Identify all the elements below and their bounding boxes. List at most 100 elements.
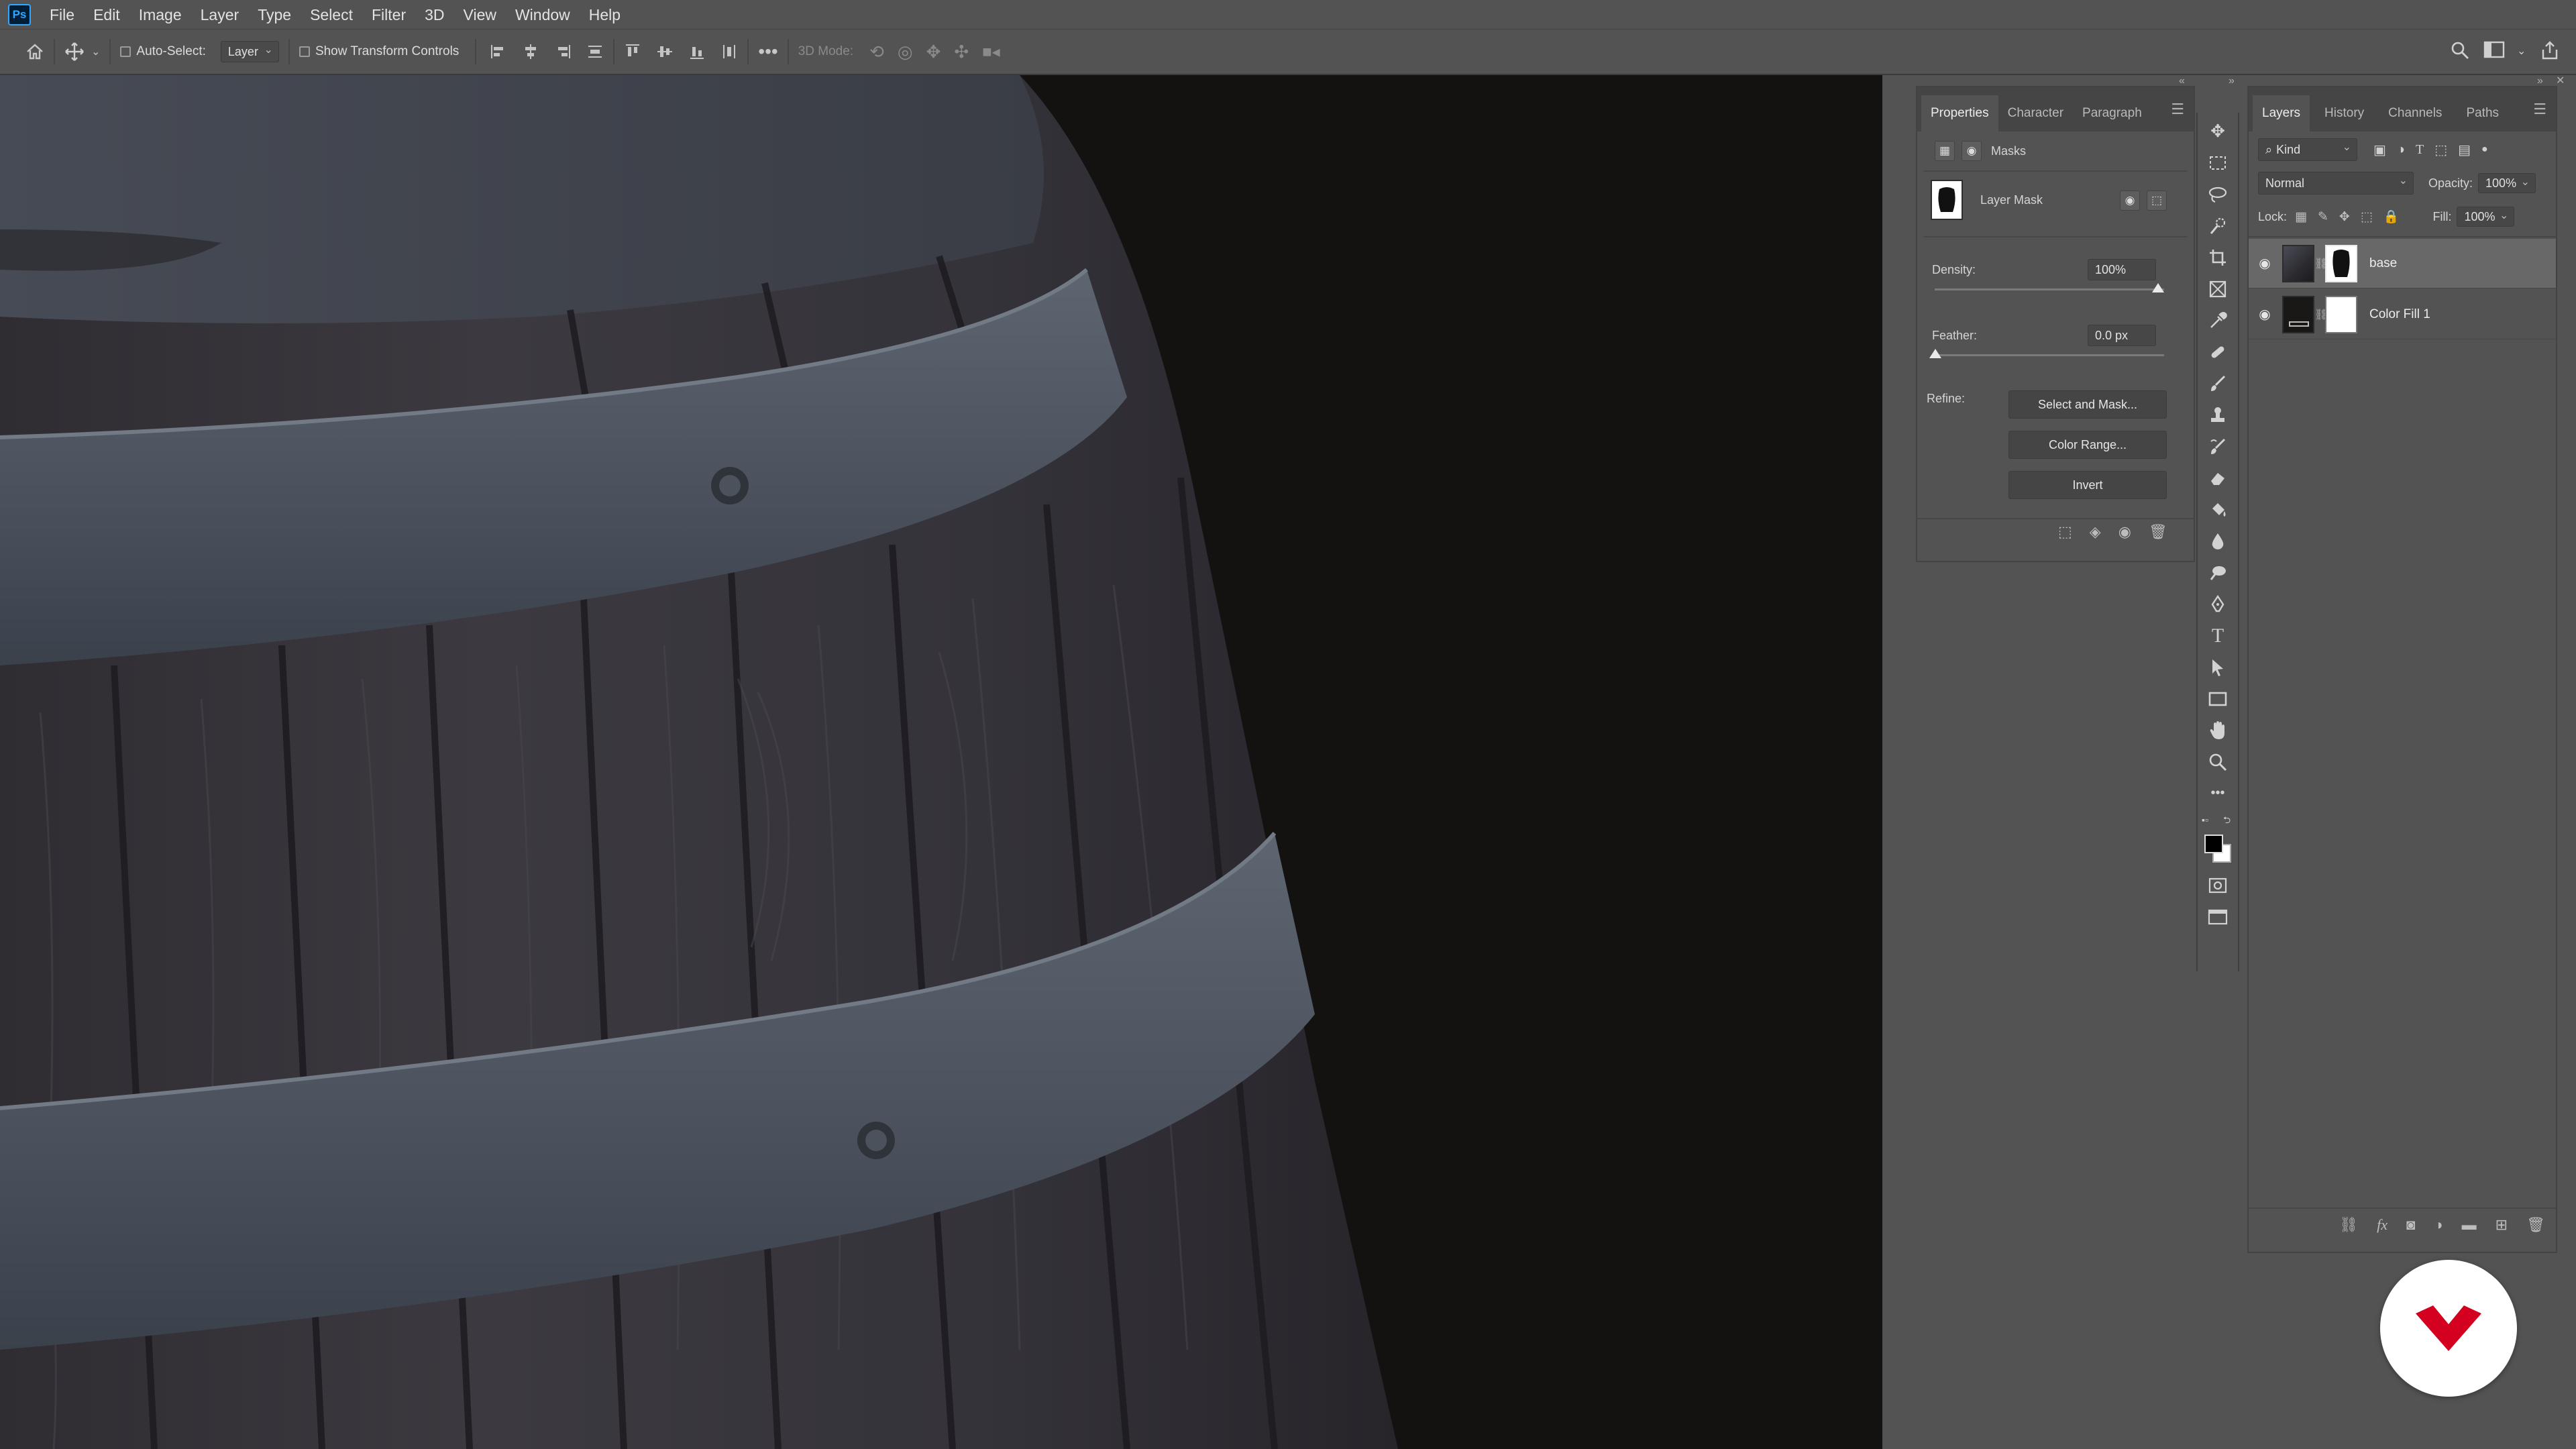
align-left-icon[interactable] bbox=[490, 43, 507, 60]
density-field[interactable]: 100% bbox=[2088, 259, 2156, 280]
lasso-tool-icon[interactable] bbox=[2202, 178, 2233, 210]
3d-camera-icon[interactable]: ■◂ bbox=[982, 42, 1000, 62]
move-tool-icon[interactable] bbox=[64, 42, 85, 62]
add-mask-icon[interactable]: ◙ bbox=[2406, 1216, 2415, 1234]
pixel-mask-icon[interactable]: ▦ bbox=[1935, 141, 1955, 161]
layer-row-color-fill[interactable]: ◉ ⛓ Color Fill 1 bbox=[2249, 290, 2556, 339]
eyedropper-icon[interactable] bbox=[2202, 305, 2233, 336]
align-top-icon[interactable] bbox=[624, 43, 641, 60]
align-bottom-icon[interactable] bbox=[688, 43, 706, 60]
share-icon[interactable] bbox=[2540, 40, 2560, 65]
link-icon[interactable]: ⛓ bbox=[2314, 308, 2328, 321]
eye-icon[interactable]: ◉ bbox=[2251, 255, 2278, 272]
3d-pan-icon[interactable]: ✥ bbox=[926, 42, 941, 62]
invert-button[interactable]: Invert bbox=[2008, 471, 2167, 499]
tab-history[interactable]: History bbox=[2310, 95, 2373, 131]
swap-colors-icon[interactable]: ⮌ bbox=[2223, 813, 2231, 829]
rectangle-tool-icon[interactable] bbox=[2202, 683, 2233, 714]
new-layer-icon[interactable]: ⊞ bbox=[2496, 1216, 2508, 1234]
photoshop-logo[interactable]: Ps bbox=[8, 3, 31, 25]
close-icon[interactable]: ✕ bbox=[2556, 74, 2565, 87]
layer-mask-thumbnail[interactable] bbox=[2325, 244, 2357, 282]
distribute-icon[interactable] bbox=[586, 43, 604, 60]
panel-menu-icon[interactable]: ☰ bbox=[2171, 101, 2184, 118]
feather-field[interactable]: 0.0 px bbox=[2088, 325, 2156, 346]
workspace-icon[interactable] bbox=[2483, 40, 2505, 64]
trash-icon[interactable]: 🗑 bbox=[2526, 1216, 2545, 1234]
feather-slider-handle[interactable] bbox=[1929, 349, 1941, 358]
panel-menu-icon[interactable]: ☰ bbox=[2533, 101, 2546, 118]
tab-layers[interactable]: Layers bbox=[2253, 95, 2310, 131]
tab-paragraph[interactable]: Paragraph bbox=[2073, 95, 2151, 131]
marquee-tool-icon[interactable] bbox=[2202, 147, 2233, 178]
default-colors-icon[interactable]: ▪▫ bbox=[2202, 814, 2208, 825]
collapse-icon[interactable]: » bbox=[2229, 75, 2235, 87]
select-and-mask-button[interactable]: Select and Mask... bbox=[2008, 390, 2167, 419]
menu-help[interactable]: Help bbox=[580, 0, 630, 30]
clone-stamp-icon[interactable] bbox=[2202, 399, 2233, 431]
lock-artboard-icon[interactable]: ⬚ bbox=[2361, 209, 2373, 225]
chevron-down-icon[interactable]: ⌄ bbox=[91, 45, 100, 58]
filter-toggle-icon[interactable]: ● bbox=[2481, 144, 2488, 156]
menu-view[interactable]: View bbox=[454, 0, 506, 30]
eraser-icon[interactable] bbox=[2202, 462, 2233, 494]
3d-orbit-icon[interactable]: ⟲ bbox=[869, 42, 884, 62]
history-brush-icon[interactable] bbox=[2202, 431, 2233, 462]
crop-tool-icon[interactable] bbox=[2202, 241, 2233, 273]
link-icon[interactable]: ⛓ bbox=[2314, 257, 2328, 270]
tab-character[interactable]: Character bbox=[1998, 95, 2073, 131]
menu-layer[interactable]: Layer bbox=[191, 0, 249, 30]
move-tool-icon[interactable]: ✥ bbox=[2202, 115, 2233, 147]
search-icon[interactable] bbox=[2450, 40, 2470, 65]
paint-bucket-icon[interactable] bbox=[2202, 494, 2233, 525]
hand-tool-icon[interactable] bbox=[2202, 714, 2233, 746]
blend-mode-dropdown[interactable]: Normal bbox=[2258, 172, 2414, 195]
quick-mask-icon[interactable] bbox=[2202, 869, 2233, 901]
more-tools-icon[interactable]: ••• bbox=[2202, 777, 2233, 809]
opacity-field[interactable]: 100% bbox=[2478, 173, 2536, 193]
load-selection-icon[interactable]: ⬚ bbox=[2058, 523, 2072, 541]
screen-mode-icon[interactable] bbox=[2202, 901, 2233, 932]
lock-all-icon[interactable]: 🔒 bbox=[2383, 209, 2400, 225]
menu-file[interactable]: File bbox=[40, 0, 84, 30]
blur-tool-icon[interactable] bbox=[2202, 525, 2233, 557]
align-middle-v-icon[interactable] bbox=[656, 43, 674, 60]
vector-mask-icon[interactable]: ◉ bbox=[1962, 141, 1982, 161]
menu-3d[interactable]: 3D bbox=[415, 0, 453, 30]
foreground-color-swatch[interactable] bbox=[2204, 835, 2223, 853]
chevron-down-icon[interactable]: ⌄ bbox=[2517, 44, 2526, 58]
auto-select-dropdown[interactable]: Layer bbox=[220, 41, 279, 62]
feather-slider-track[interactable] bbox=[1935, 354, 2164, 356]
add-vector-mask-icon[interactable]: ⬚ bbox=[2147, 191, 2167, 211]
pen-tool-icon[interactable] bbox=[2202, 588, 2233, 620]
density-slider-track[interactable] bbox=[1935, 288, 2164, 290]
select-pixel-mask-icon[interactable]: ◉ bbox=[2120, 191, 2140, 211]
shape-filter-icon[interactable]: ⬚ bbox=[2434, 142, 2447, 158]
fx-icon[interactable]: fx bbox=[2377, 1216, 2387, 1234]
3d-slide-icon[interactable]: ✣ bbox=[954, 42, 969, 62]
dodge-tool-icon[interactable] bbox=[2202, 557, 2233, 588]
layer-mask-thumbnail[interactable] bbox=[2325, 295, 2357, 333]
tab-paths[interactable]: Paths bbox=[2451, 95, 2508, 131]
show-transform-checkbox[interactable] bbox=[299, 46, 310, 57]
link-layers-icon[interactable]: ⛓ bbox=[2339, 1216, 2358, 1234]
brush-tool-icon[interactable] bbox=[2202, 368, 2233, 399]
type-tool-icon[interactable]: T bbox=[2202, 620, 2233, 651]
pixel-filter-icon[interactable]: ▣ bbox=[2373, 142, 2386, 158]
lock-pixels-icon[interactable]: ✎ bbox=[2318, 209, 2328, 225]
adjustment-filter-icon[interactable]: ◑ bbox=[2397, 142, 2405, 158]
frame-tool-icon[interactable] bbox=[2202, 273, 2233, 305]
tab-channels[interactable]: Channels bbox=[2373, 95, 2451, 131]
path-selection-icon[interactable] bbox=[2202, 651, 2233, 683]
menu-filter[interactable]: Filter bbox=[362, 0, 415, 30]
align-right-icon[interactable] bbox=[554, 43, 572, 60]
density-slider-handle[interactable] bbox=[2152, 283, 2164, 292]
filter-kind-dropdown[interactable]: ⌕ Kind bbox=[2258, 138, 2357, 161]
layer-name[interactable]: base bbox=[2369, 256, 2397, 271]
healing-brush-icon[interactable] bbox=[2202, 336, 2233, 368]
type-filter-icon[interactable]: T bbox=[2416, 142, 2424, 158]
menu-image[interactable]: Image bbox=[129, 0, 191, 30]
lock-transparent-icon[interactable]: ▦ bbox=[2295, 209, 2307, 225]
menu-type[interactable]: Type bbox=[248, 0, 301, 30]
color-range-button[interactable]: Color Range... bbox=[2008, 431, 2167, 459]
